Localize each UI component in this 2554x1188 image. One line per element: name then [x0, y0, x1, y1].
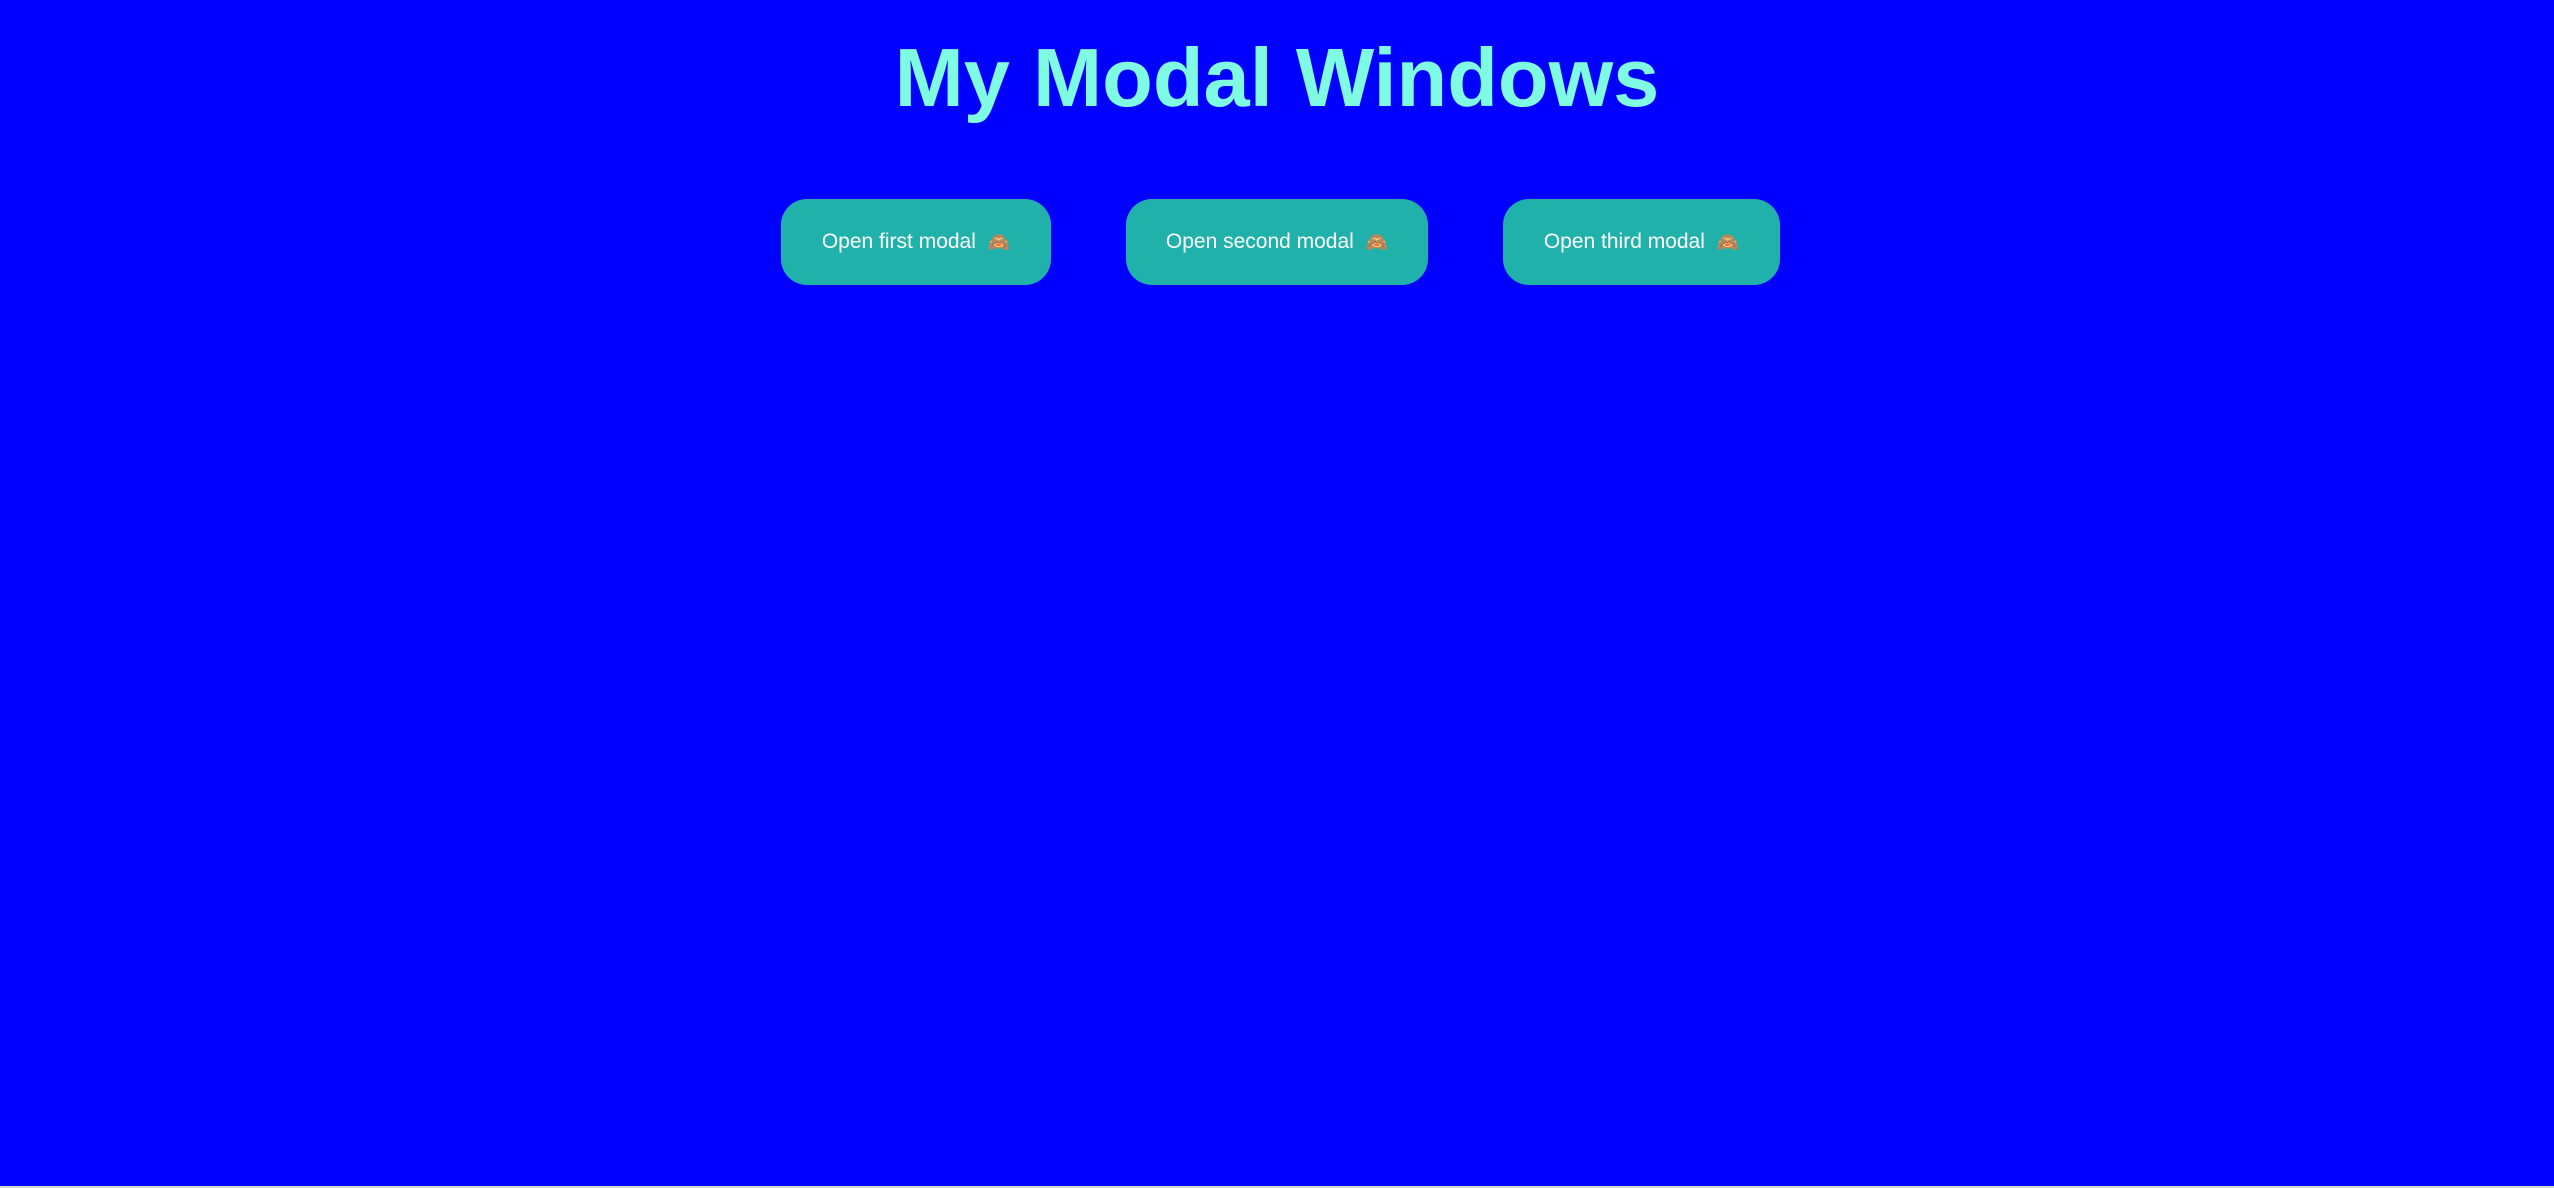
button-label: Open first modal — [821, 230, 976, 253]
button-label: Open third modal — [1543, 230, 1705, 253]
button-label: Open second modal — [1165, 230, 1354, 253]
open-first-modal-button[interactable]: Open first modal 🙈 — [781, 199, 1051, 285]
see-no-evil-monkey-icon: 🙈 — [1716, 232, 1740, 253]
page-title: My Modal Windows — [894, 31, 1660, 124]
open-second-modal-button[interactable]: Open second modal 🙈 — [1126, 199, 1428, 285]
open-third-modal-button[interactable]: Open third modal 🙈 — [1503, 199, 1780, 285]
see-no-evil-monkey-icon: 🙈 — [1365, 232, 1389, 253]
see-no-evil-monkey-icon: 🙈 — [987, 232, 1011, 253]
page-background: My Modal Windows Open first modal 🙈 Open… — [0, 0, 2554, 1186]
